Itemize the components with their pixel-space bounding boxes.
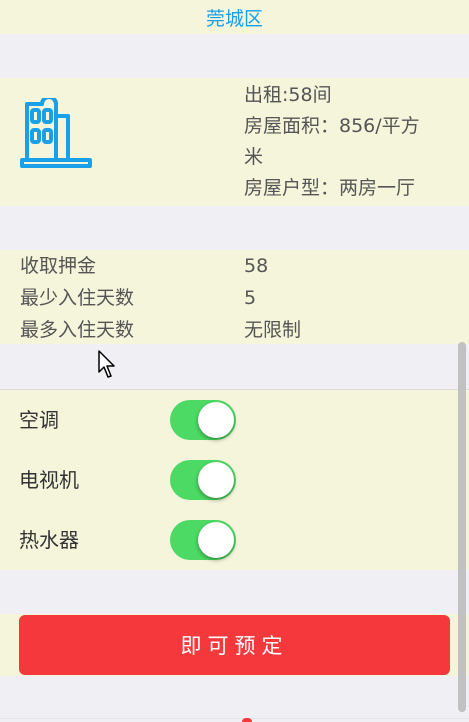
building-icon	[20, 98, 92, 168]
amenity-tv: 电视机	[0, 450, 469, 510]
house-layout: 房屋户型：两房一厅	[244, 177, 416, 199]
book-now-button[interactable]: 即可预定	[19, 615, 450, 675]
deposit-label: 收取押金	[20, 255, 97, 277]
max-stay-row: 最多入住天数 无限制	[0, 314, 469, 346]
rental-terms: 收取押金 58 最少入住天数 5 最多入住天数 无限制	[0, 250, 469, 344]
max-stay-label: 最多入住天数	[20, 319, 135, 341]
toggle-knob	[198, 462, 234, 498]
amenity-label: 热水器	[19, 528, 79, 552]
toggle-knob	[198, 522, 234, 558]
toggle-knob	[198, 402, 234, 438]
book-section: 即可预定	[0, 614, 469, 676]
min-stay-row: 最少入住天数 5	[0, 282, 469, 314]
mouse-cursor-icon	[98, 350, 115, 378]
house-info: 出租:58间 房屋面积：856/平方 米 房屋户型：两房一厅	[244, 80, 444, 204]
bottom-divider	[0, 718, 469, 719]
rooms-count: 出租:58间	[244, 84, 332, 106]
amenities-list: 空调 电视机 热水器	[0, 390, 469, 570]
house-area-unit: 米	[244, 146, 264, 168]
amenity-label: 空调	[19, 408, 59, 432]
district-name[interactable]: 莞城区	[206, 4, 263, 31]
min-stay-label: 最少入住天数	[20, 287, 135, 309]
amenity-label: 电视机	[19, 468, 79, 492]
district-header: 莞城区	[0, 0, 469, 34]
amenity-water-heater: 热水器	[0, 510, 469, 570]
water-heater-toggle[interactable]	[170, 520, 236, 560]
scrollbar-thumb[interactable]	[458, 342, 466, 712]
max-stay-value: 无限制	[244, 319, 302, 341]
indicator-dot	[242, 718, 252, 722]
air-conditioner-toggle[interactable]	[170, 400, 236, 440]
deposit-value: 58	[244, 255, 269, 277]
house-area: 房屋面积：856/平方	[244, 115, 420, 137]
deposit-row: 收取押金 58	[0, 250, 469, 282]
min-stay-value: 5	[244, 287, 257, 309]
amenity-air-conditioner: 空调	[0, 390, 469, 450]
house-summary: 出租:58间 房屋面积：856/平方 米 房屋户型：两房一厅	[0, 78, 469, 206]
tv-toggle[interactable]	[170, 460, 236, 500]
